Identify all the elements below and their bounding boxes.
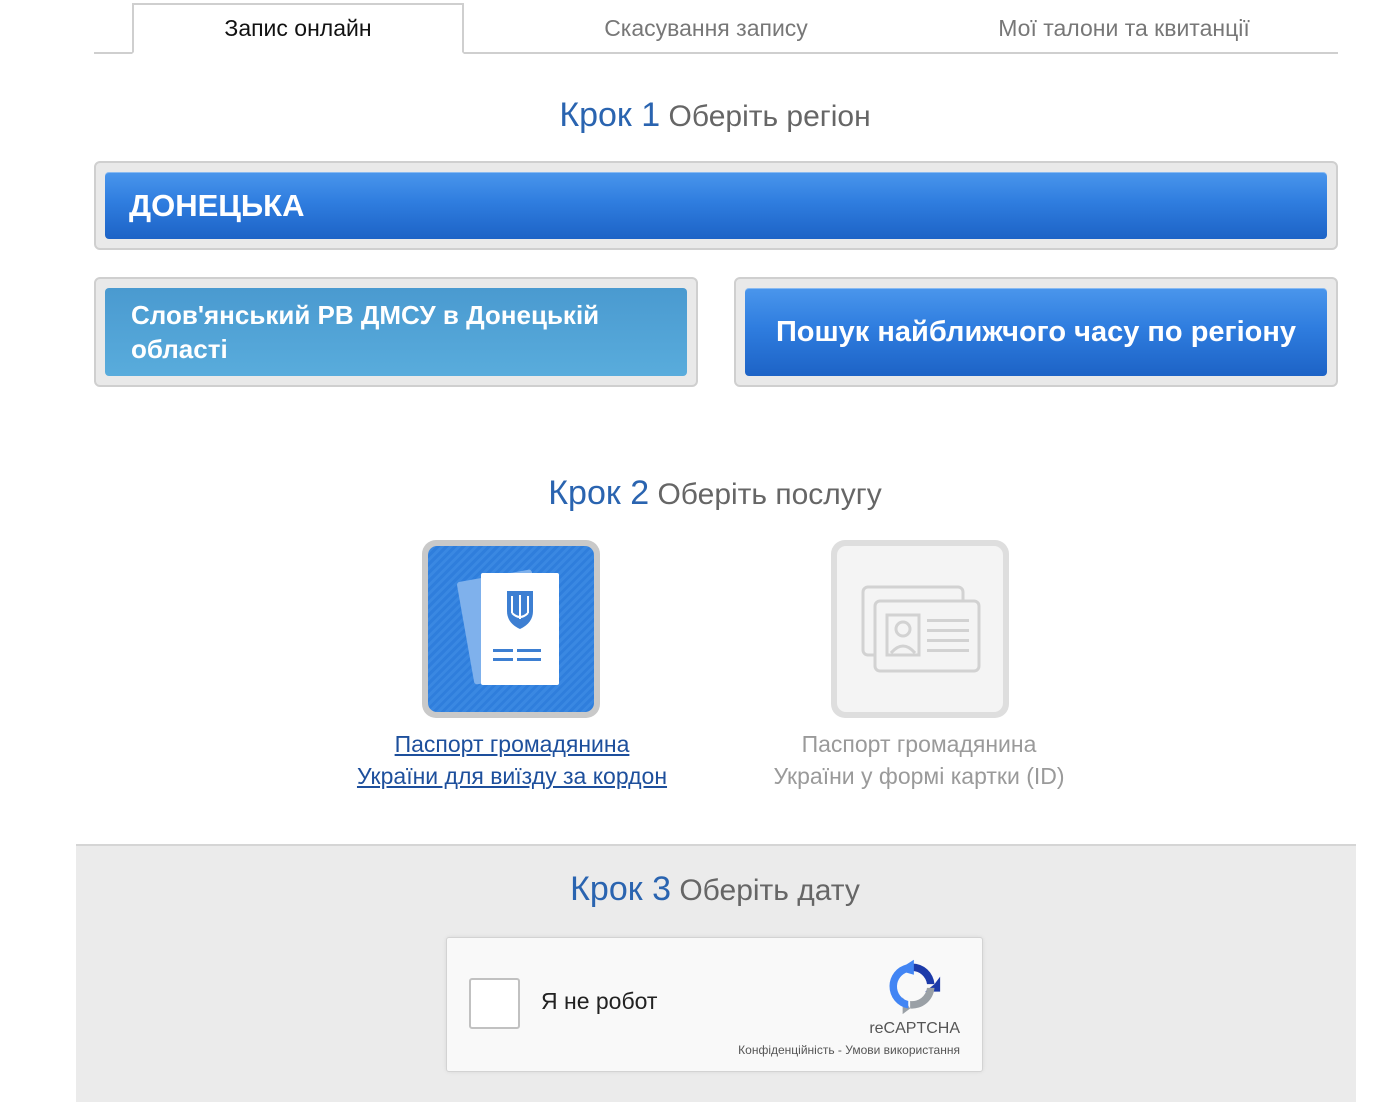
nearest-frame: Пошук найближчого часу по регіону [734, 277, 1338, 387]
service-foreign-passport-inner [428, 546, 594, 712]
service-id-card-line2: України у формі картки (ID) [773, 763, 1065, 789]
recaptcha-brand: reCAPTCHA [869, 1020, 960, 1037]
recaptcha-privacy-link[interactable]: Конфіденційність [738, 1043, 834, 1057]
tab-bar: Запис онлайн Скасування запису Мої талон… [94, 0, 1338, 54]
recaptcha-links: Конфіденційність - Умови використання [738, 1043, 960, 1057]
service-id-card-label: Паспорт громадянина України у формі карт… [719, 728, 1119, 792]
service-id-card-inner [837, 546, 1003, 712]
service-foreign-passport-link[interactable]: Паспорт громадянина України для виїзду з… [312, 728, 712, 792]
service-id-card-tile [831, 540, 1009, 718]
recaptcha-separator: - [834, 1043, 846, 1057]
recaptcha-checkbox[interactable] [469, 978, 520, 1029]
step3-heading: Крок 3 Оберіть дату [0, 870, 1400, 909]
tab-my-tickets[interactable]: Мої талони та квитанції [924, 3, 1324, 54]
region-frame: ДОНЕЦЬКА [94, 161, 1338, 250]
service-id-card-line1: Паспорт громадянина [801, 731, 1037, 757]
recaptcha-label: Я не робот [541, 988, 658, 1014]
region-select-button[interactable]: ДОНЕЦЬКА [105, 172, 1327, 239]
step1-heading: Крок 1 Оберіть регіон [0, 96, 1400, 135]
recaptcha-logo-icon [889, 959, 941, 1015]
step2-heading: Крок 2 Оберіть послугу [0, 474, 1400, 513]
step2-title: Оберіть послугу [657, 478, 882, 511]
id-card-icon [861, 585, 981, 673]
step2-number: Крок 2 [548, 474, 650, 512]
tab-online-booking[interactable]: Запис онлайн [132, 3, 464, 54]
tab-cancel-booking[interactable]: Скасування запису [506, 3, 906, 54]
office-frame: Слов'янський РВ ДМСУ в Донецькій області [94, 277, 698, 387]
recaptcha-widget: Я не робот reCAPTCHA Конфіденційність - … [446, 937, 983, 1072]
step1-title: Оберіть регіон [668, 100, 871, 133]
recaptcha-terms-link[interactable]: Умови використання [845, 1043, 960, 1057]
office-select-button[interactable]: Слов'янський РВ ДМСУ в Донецькій області [105, 288, 687, 376]
service-foreign-passport-line2: України для виїзду за кордон [356, 763, 668, 789]
step3-title: Оберіть дату [679, 874, 860, 907]
service-foreign-passport-tile[interactable] [422, 540, 600, 718]
step3-number: Крок 3 [570, 870, 671, 908]
service-foreign-passport-line1: Паспорт громадянина [394, 731, 630, 757]
step1-number: Крок 1 [559, 96, 661, 134]
passport-icon [457, 569, 559, 685]
nearest-time-button[interactable]: Пошук найближчого часу по регіону [745, 288, 1327, 376]
